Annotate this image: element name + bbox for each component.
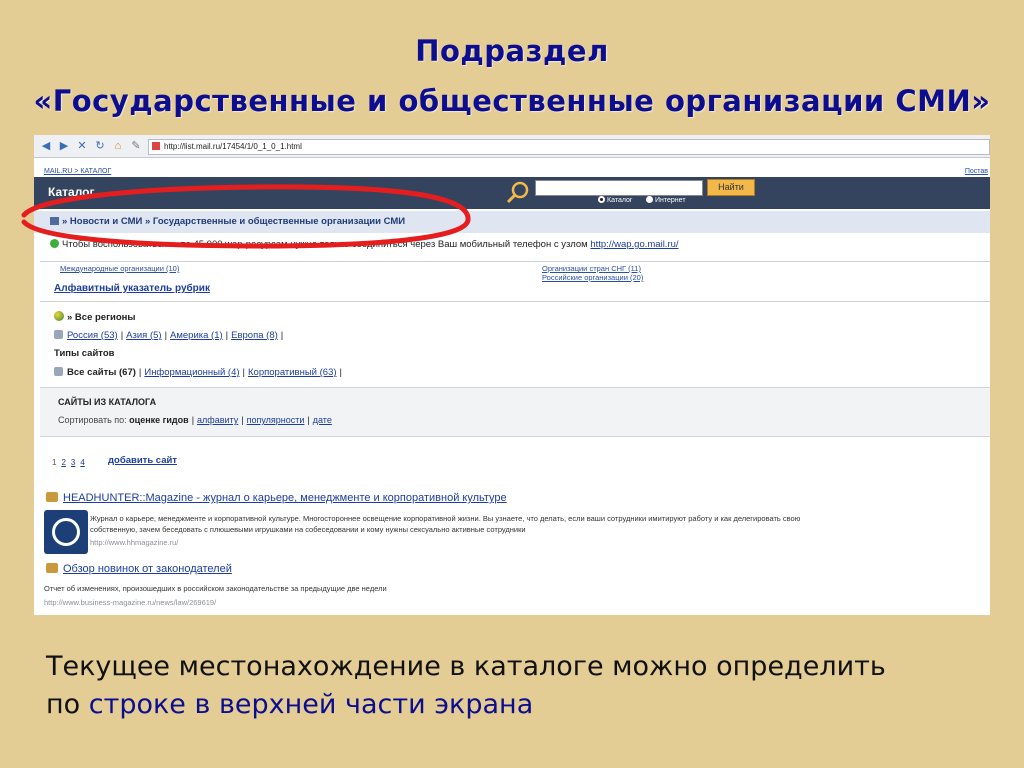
type-icon — [54, 367, 63, 376]
promo-line: Чтобы воспользоваться ... по 45 000 wap-… — [50, 239, 679, 250]
address-bar[interactable]: http://list.mail.ru/17454/1/0_1_0_1.html — [148, 139, 990, 155]
site-types-label: Типы сайтов — [54, 348, 115, 359]
top-breadcrumb[interactable]: MAIL.RU > КАТАЛОГ — [44, 168, 111, 175]
refresh-icon[interactable]: ↻ — [92, 139, 108, 153]
site-type-all: Все сайты (67) — [67, 367, 136, 378]
sort-row: Сортировать по: оценке гидов | алфавиту | по… — [58, 415, 332, 425]
result-url: http://www.business-magazine.ru/news/law… — [44, 598, 217, 607]
forward-icon[interactable]: ▶ — [56, 139, 72, 153]
top-right-link[interactable]: Постав — [965, 168, 988, 175]
back-icon[interactable]: ◀ — [38, 139, 54, 153]
address-text: http://list.mail.ru/17454/1/0_1_0_1.html — [164, 142, 302, 151]
catalog-sites-box: САЙТЫ ИЗ КАТАЛОГА Сортировать по: оценке… — [40, 387, 990, 437]
caption-highlight: строке в верхней части экрана — [88, 689, 534, 720]
browser-screenshot: ◀ ▶ ✕ ↻ ⌂ ✎ http://list.mail.ru/17454/1/… — [34, 135, 990, 615]
radio-catalog[interactable]: Каталог — [598, 196, 632, 204]
caption-prefix: по — [46, 689, 89, 720]
folder-icon — [46, 492, 58, 502]
result-thumbnail[interactable] — [44, 510, 88, 554]
divider — [40, 301, 990, 302]
stop-icon[interactable]: ✕ — [74, 139, 90, 153]
page-icon — [152, 142, 160, 150]
site-header: Каталог Найти Каталог Интернет — [34, 177, 990, 209]
search-button[interactable]: Найти — [707, 179, 755, 196]
result-title-text[interactable]: Обзор новинок от законодателей — [63, 563, 232, 575]
subcat-russian[interactable]: Российские организации (20) — [542, 273, 643, 282]
page-4[interactable]: 4 — [80, 458, 84, 467]
caption-line2: по строке в верхней части экрана — [46, 686, 886, 724]
regions-row: Россия (53) | Азия (5) | Америка (1) | Европа … — [54, 330, 286, 341]
result-title[interactable]: Обзор новинок от законодателей — [46, 563, 232, 575]
result-title[interactable]: HEADHUNTER::Magazine - журнал о карьере,… — [46, 492, 507, 504]
divider — [40, 261, 990, 262]
radio-internet-label: Интернет — [655, 197, 686, 204]
site-type-corporate[interactable]: Корпоративный (63) — [248, 367, 337, 378]
edit-icon[interactable]: ✎ — [128, 139, 144, 153]
slide-caption: Текущее местонахождение в каталоге можно… — [46, 648, 886, 724]
page-2[interactable]: 2 — [61, 458, 65, 467]
sort-label: Сортировать по: — [58, 415, 127, 425]
radio-internet[interactable]: Интернет — [646, 196, 686, 204]
subcat-cis[interactable]: Организации стран СНГ (11) — [542, 264, 641, 273]
radio-catalog-label: Каталог — [607, 197, 633, 204]
slide-title-line2: «Государственные и общественные организа… — [33, 84, 991, 118]
subcat-international[interactable]: Международные организации (10) — [60, 264, 179, 273]
pagination: 1234 — [52, 458, 90, 467]
page-1: 1 — [52, 458, 57, 467]
browser-toolbar: ◀ ▶ ✕ ↻ ⌂ ✎ http://list.mail.ru/17454/1/… — [34, 135, 990, 158]
catalog-logo[interactable]: Каталог — [48, 185, 95, 199]
result-desc-line1: Журнал о карьере, менеджменте и корпорат… — [90, 514, 801, 523]
search-input[interactable] — [535, 180, 703, 196]
caption-line1: Текущее местонахождение в каталоге можно… — [46, 651, 886, 682]
magnifier-icon — [506, 181, 529, 204]
catalog-sites-label: САЙТЫ ИЗ КАТАЛОГА — [58, 397, 157, 407]
add-site-link[interactable]: добавить сайт — [108, 455, 177, 466]
region-america[interactable]: Америка (1) — [170, 330, 223, 341]
site-types-row: Все сайты (67) | Информационный (4) | Корпор… — [54, 367, 345, 378]
regions-header-text: » Все регионы — [67, 312, 136, 323]
wap-icon — [50, 239, 59, 248]
regions-header: » Все регионы — [54, 311, 136, 323]
breadcrumb[interactable]: » Новости и СМИ » Государственные и обще… — [50, 216, 405, 227]
region-europe[interactable]: Европа (8) — [231, 330, 278, 341]
home-icon[interactable] — [50, 217, 59, 225]
result-title-text[interactable]: HEADHUNTER::Magazine - журнал о карьере,… — [63, 492, 507, 504]
breadcrumb-bar: » Новости и СМИ » Государственные и обще… — [34, 211, 990, 233]
result-desc-line2: собственную, зачем беседовать с плюшевым… — [90, 525, 526, 534]
site-type-info[interactable]: Информационный (4) — [144, 367, 239, 378]
region-asia[interactable]: Азия (5) — [126, 330, 161, 341]
region-russia[interactable]: Россия (53) — [67, 330, 118, 341]
alpha-index-link[interactable]: Алфавитный указатель рубрик — [54, 283, 210, 294]
promo-text: Чтобы воспользоваться ... по 45 000 wap-… — [62, 239, 591, 250]
home-icon[interactable]: ⌂ — [110, 139, 126, 153]
result-desc: Отчет об изменениях, произошедших в росс… — [44, 584, 387, 593]
promo-link[interactable]: http://wap.go.mail.ru/ — [590, 239, 678, 250]
result-desc: Журнал о карьере, менеджменте и корпорат… — [90, 513, 980, 535]
sort-alphabet[interactable]: алфавиту — [197, 415, 238, 425]
breadcrumb-text[interactable]: » Новости и СМИ » Государственные и обще… — [62, 216, 405, 227]
globe-icon — [54, 311, 64, 321]
result-url: http://www.hhmagazine.ru/ — [90, 538, 179, 547]
page-3[interactable]: 3 — [71, 458, 75, 467]
sort-date[interactable]: дате — [313, 415, 332, 425]
region-icon — [54, 330, 63, 339]
radio-dot — [598, 196, 605, 203]
radio-dot — [646, 196, 653, 203]
folder-icon — [46, 563, 58, 573]
sort-current: оценке гидов — [129, 415, 189, 425]
sort-popularity[interactable]: популярности — [247, 415, 305, 425]
slide-title-line1: Подраздел — [415, 34, 609, 68]
